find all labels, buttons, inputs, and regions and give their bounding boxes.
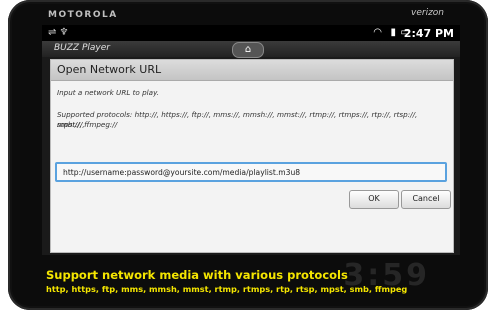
screen: ⇌ ♆ ◠ ▮ ▭ 2:47 PM BUZZ Player ⌂ Open Net…	[42, 25, 460, 255]
url-input[interactable]	[55, 162, 447, 182]
status-time: 2:47 PM	[403, 27, 454, 40]
home-icon: ⌂	[244, 44, 252, 55]
app-logo: BUZZ Player	[54, 43, 110, 53]
caption-headline: Support network media with various proto…	[46, 268, 348, 282]
caption-protocols: http, https, ftp, mms, mmsh, mmst, rtmp,…	[46, 284, 408, 294]
ok-button[interactable]: OK	[349, 190, 399, 209]
wifi-icon: ◠	[373, 27, 382, 38]
home-button[interactable]: ⌂	[232, 42, 264, 58]
signal-icon: ▮	[390, 27, 396, 38]
dialog-title: Open Network URL	[57, 63, 162, 76]
device-brand: MOTOROLA	[48, 10, 118, 20]
app-bar: BUZZ Player ⌂	[42, 41, 460, 58]
promo-caption: Support network media with various proto…	[46, 268, 407, 294]
open-network-url-dialog: Open Network URL Input a network URL to …	[50, 59, 454, 253]
dialog-instruction: Input a network URL to play.	[57, 88, 160, 97]
dialog-title-bar: Open Network URL	[51, 60, 453, 81]
cancel-button[interactable]: Cancel	[401, 190, 451, 209]
status-bar: ⇌ ♆ ◠ ▮ ▭ 2:47 PM	[42, 25, 460, 41]
usb-icon: ⇌ ♆	[48, 27, 69, 38]
protocols-line-2: smb://, ffmpeg://	[57, 120, 118, 129]
carrier-logo: verizon	[411, 8, 444, 18]
tablet-frame: MOTOROLA verizon ⇌ ♆ ◠ ▮ ▭ 2:47 PM BUZZ …	[8, 0, 488, 310]
